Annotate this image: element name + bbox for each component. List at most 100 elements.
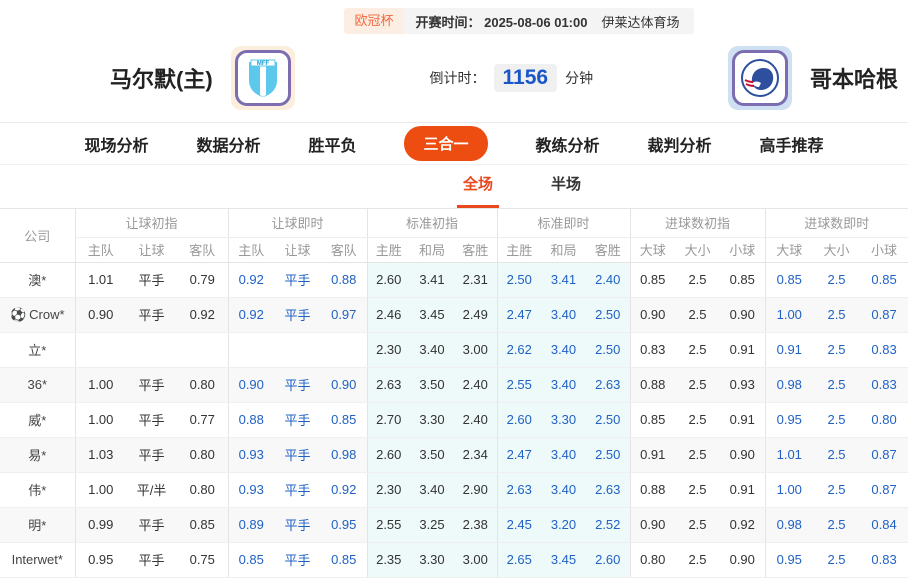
subtab-2[interactable]: 半场 <box>545 173 587 208</box>
odds-cell <box>321 332 367 367</box>
nav-tab-2[interactable]: 数据分析 <box>196 132 260 156</box>
odds-cell: 0.92 <box>720 507 765 542</box>
odds-cell: 3.50 <box>410 367 454 402</box>
company-cell[interactable]: 明* <box>0 507 75 542</box>
odds-cell: 2.34 <box>454 437 497 472</box>
group-header-4: 标准即时 <box>497 209 630 237</box>
odds-cell: 0.90 <box>720 542 765 577</box>
group-header-3: 标准初指 <box>367 209 497 237</box>
table-row: Interwet*0.95平手0.750.85平手0.852.353.303.0… <box>0 542 908 577</box>
sub-header: 客胜 <box>454 237 497 262</box>
odds-cell: 2.40 <box>454 402 497 437</box>
match-info-bar: 欧冠杯 开赛时间： 2025-08-06 01:00 伊莱达体育场 <box>344 8 693 34</box>
nav-tab-6[interactable]: 裁判分析 <box>648 132 712 156</box>
sub-header: 大球 <box>630 237 675 262</box>
odds-cell: 0.83 <box>630 332 675 367</box>
company-name: 易* <box>28 448 46 463</box>
sub-header: 客胜 <box>586 237 630 262</box>
odds-cell: 0.87 <box>860 472 908 507</box>
odds-table-body: 澳*1.01平手0.790.92平手0.882.603.412.312.503.… <box>0 262 908 577</box>
odds-cell: 3.30 <box>541 402 586 437</box>
odds-cell: 2.50 <box>586 297 630 332</box>
odds-cell: 2.5 <box>675 297 720 332</box>
nav-tab-1[interactable]: 现场分析 <box>84 132 148 156</box>
nav-tab-4[interactable]: 三合一 <box>404 126 487 161</box>
odds-cell: 3.00 <box>454 542 497 577</box>
odds-cell: 平手 <box>274 367 321 402</box>
countdown: 倒计时： 1156 分钟 <box>313 64 710 92</box>
company-cell[interactable]: 易* <box>0 437 75 472</box>
odds-cell: 2.50 <box>586 402 630 437</box>
company-name: 明* <box>28 518 46 533</box>
odds-cell: 2.50 <box>497 262 541 297</box>
company-name: Crow* <box>29 307 64 322</box>
sub-header: 客队 <box>177 237 228 262</box>
company-cell[interactable]: 立* <box>0 332 75 367</box>
table-row: 威*1.00平手0.770.88平手0.852.703.302.402.603.… <box>0 402 908 437</box>
nav-tab-3[interactable]: 胜平负 <box>308 132 356 156</box>
company-cell[interactable]: 36* <box>0 367 75 402</box>
odds-cell: 0.95 <box>765 402 813 437</box>
soccer-ball-icon: ⚽ <box>10 307 26 322</box>
odds-cell <box>126 332 177 367</box>
sub-header: 和局 <box>541 237 586 262</box>
odds-cell: 3.41 <box>541 262 586 297</box>
group-header-2: 让球即时 <box>228 209 367 237</box>
league-badge[interactable]: 欧冠杯 <box>344 8 403 34</box>
odds-cell: 0.97 <box>321 297 367 332</box>
countdown-value: 1156 <box>494 64 558 92</box>
nav-tab-7[interactable]: 高手推荐 <box>760 132 824 156</box>
home-crest-box: MFF <box>231 46 295 110</box>
odds-cell: 2.30 <box>367 472 410 507</box>
odds-cell: 3.40 <box>541 437 586 472</box>
company-cell[interactable]: Interwet* <box>0 542 75 577</box>
odds-cell: 0.88 <box>321 262 367 297</box>
odds-cell: 平手 <box>126 297 177 332</box>
odds-cell <box>228 332 274 367</box>
period-subtabs: 全场 半场 <box>0 165 908 209</box>
odds-cell: 平手 <box>274 542 321 577</box>
odds-cell: 0.88 <box>228 402 274 437</box>
odds-cell: 0.90 <box>720 437 765 472</box>
odds-cell: 0.85 <box>630 262 675 297</box>
odds-cell: 3.40 <box>541 332 586 367</box>
odds-cell: 0.85 <box>630 402 675 437</box>
odds-cell: 2.30 <box>367 332 410 367</box>
sub-header: 小球 <box>720 237 765 262</box>
odds-cell: 0.91 <box>720 402 765 437</box>
odds-cell: 2.63 <box>497 472 541 507</box>
company-cell[interactable]: 威* <box>0 402 75 437</box>
odds-cell: 2.38 <box>454 507 497 542</box>
odds-cell: 2.65 <box>497 542 541 577</box>
odds-cell: 2.60 <box>586 542 630 577</box>
odds-cell: 2.55 <box>497 367 541 402</box>
odds-cell: 0.88 <box>630 367 675 402</box>
odds-cell: 0.83 <box>860 542 908 577</box>
odds-cell: 2.63 <box>586 367 630 402</box>
odds-cell: 0.93 <box>228 472 274 507</box>
sub-header: 让球 <box>274 237 321 262</box>
odds-cell: 1.01 <box>75 262 126 297</box>
odds-cell: 平手 <box>126 402 177 437</box>
odds-cell: 平手 <box>274 507 321 542</box>
company-cell[interactable]: 伟* <box>0 472 75 507</box>
odds-cell: 2.60 <box>367 437 410 472</box>
odds-cell: 2.5 <box>675 332 720 367</box>
odds-cell: 0.85 <box>177 507 228 542</box>
nav-tab-5[interactable]: 教练分析 <box>536 132 600 156</box>
company-cell[interactable]: ⚽Crow* <box>0 297 75 332</box>
odds-cell: 2.5 <box>813 472 860 507</box>
sub-header: 主胜 <box>367 237 410 262</box>
company-name: 威* <box>28 413 46 428</box>
sub-header: 客队 <box>321 237 367 262</box>
company-cell[interactable]: 澳* <box>0 262 75 297</box>
odds-cell: 2.49 <box>454 297 497 332</box>
company-name: 伟* <box>28 483 46 498</box>
odds-cell: 2.50 <box>586 437 630 472</box>
odds-cell: 平手 <box>126 507 177 542</box>
fc-copenhagen-crest-icon <box>732 50 788 106</box>
subtab-1[interactable]: 全场 <box>457 173 499 208</box>
odds-cell: 3.40 <box>541 472 586 507</box>
odds-cell: 0.85 <box>860 262 908 297</box>
group-header-1: 让球初指 <box>75 209 228 237</box>
